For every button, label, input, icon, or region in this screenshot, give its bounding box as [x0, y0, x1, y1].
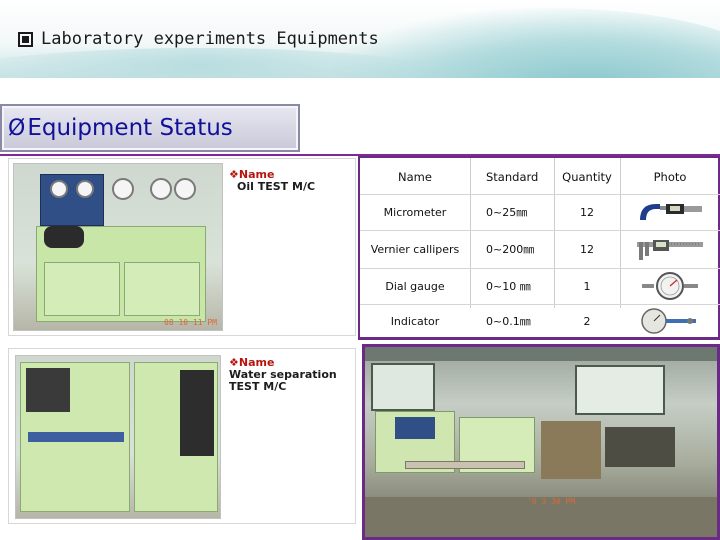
dial-gauge-icon — [620, 269, 720, 303]
cell-standard: 0~25㎜ — [486, 206, 528, 219]
control-display — [180, 370, 214, 456]
gauge-icon — [76, 180, 94, 198]
cell-name: Indicator — [390, 314, 440, 328]
instrument-table: Name Standard Quantity Photo Micrometer … — [358, 156, 720, 340]
control-panel — [395, 417, 435, 439]
square-bullet-icon — [18, 31, 33, 47]
table-row: Vernier callipers 0~200㎜ 12 — [360, 230, 720, 268]
cell-name: Dial gauge — [385, 279, 445, 293]
table-row: Dial gauge 0~10 ㎜ 1 — [360, 268, 720, 304]
micrometer-icon — [620, 195, 720, 229]
section-title: Equipment Status — [27, 115, 233, 141]
table-row: Indicator 0~0.1㎜ 2 — [360, 304, 720, 338]
equipment — [605, 427, 675, 467]
photo-date-stamp: 08 10 11 PM — [164, 318, 217, 327]
cell-quantity: 12 — [580, 205, 594, 219]
cell-quantity: 12 — [580, 242, 594, 256]
sight-glass-panel — [26, 368, 70, 412]
cell-name: Vernier callipers — [370, 242, 460, 256]
vernier-caliper-icon — [620, 232, 720, 266]
gauge-icon — [174, 178, 196, 200]
name-value: Oil TEST M/C — [237, 180, 316, 193]
gauge-icon — [50, 180, 68, 198]
table-header: Name Standard Quantity Photo — [360, 166, 720, 188]
water-separation-machine-photo — [15, 355, 221, 519]
control-panel — [40, 174, 104, 226]
cell-name: Micrometer — [383, 205, 447, 219]
equipment-card-water-separation: ❖Name Water separation TEST M/C — [8, 348, 356, 524]
water-separation-name: ❖Name Water separation TEST M/C — [229, 357, 339, 393]
piping — [28, 432, 124, 442]
window — [575, 365, 665, 415]
table-row: Micrometer 0~25㎜ 12 — [360, 194, 720, 230]
dial-indicator-icon — [620, 304, 720, 338]
shelf — [541, 421, 601, 479]
cell-standard: 0~10 ㎜ — [486, 280, 531, 293]
gauge-icon — [112, 178, 134, 200]
name-value: Water separation TEST M/C — [229, 368, 337, 393]
gauge-icon — [150, 178, 172, 200]
cell-quantity: 1 — [583, 279, 591, 293]
lower-drawer — [44, 262, 120, 316]
table-top — [405, 461, 525, 469]
oil-test-machine-photo: 08 10 11 PM — [13, 163, 223, 331]
section-banner: Ø Equipment Status — [0, 104, 300, 152]
column-header-name: Name — [398, 170, 432, 184]
slide-title-text: Laboratory experiments Equipments — [41, 29, 379, 49]
column-header-quantity: Quantity — [562, 170, 612, 184]
column-header-photo: Photo — [653, 170, 687, 184]
equipment-card-oil-test: 08 10 11 PM ❖Name Oil TEST M/C — [8, 158, 356, 336]
cell-standard: 0~0.1㎜ — [486, 315, 531, 328]
oil-test-name: ❖Name Oil TEST M/C — [229, 169, 315, 193]
cell-quantity: 2 — [583, 314, 591, 328]
ceiling — [365, 347, 717, 361]
cell-standard: 0~200㎜ — [486, 243, 535, 256]
slide-title: Laboratory experiments Equipments — [18, 28, 379, 50]
window — [371, 363, 435, 411]
lower-drawer — [124, 262, 200, 316]
slide-header: Laboratory experiments Equipments — [0, 0, 720, 78]
photo-date-stamp: '0 3 30 PM — [527, 497, 576, 506]
column-header-standard: Standard — [486, 170, 539, 184]
laboratory-photo: '0 3 30 PM — [362, 344, 720, 540]
pump-assembly — [44, 226, 84, 248]
arrow-bullet-icon: Ø — [8, 115, 26, 141]
